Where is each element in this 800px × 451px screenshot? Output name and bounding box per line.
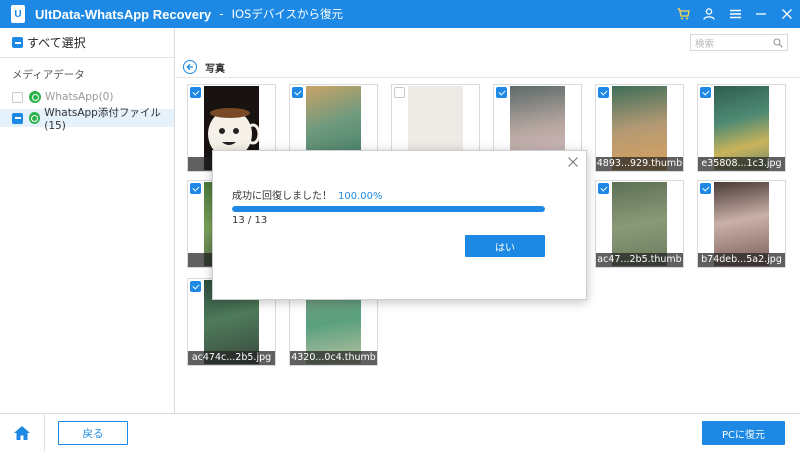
thumbnail-caption: e35808...1c3.jpg [698, 157, 785, 171]
home-icon[interactable] [11, 422, 33, 444]
thumbnail-checkbox[interactable] [190, 281, 201, 292]
sidebar-item-label: WhatsApp添付ファイル(15) [44, 106, 161, 132]
search-input[interactable]: 検索 [690, 34, 788, 51]
sidebar-item-whatsapp-attachments[interactable]: WhatsApp添付ファイル(15) [0, 107, 174, 132]
select-all-row[interactable]: すべて選択 [0, 28, 174, 58]
thumbnail-checkbox[interactable] [190, 183, 201, 194]
search-placeholder: 検索 [695, 38, 715, 50]
content-divider [176, 77, 800, 78]
thumbnail-checkbox[interactable] [190, 87, 201, 98]
sidebar-item-label: WhatsApp(0) [45, 91, 114, 103]
status-text: 成功に回復しました！ [232, 191, 332, 202]
back-button[interactable]: 戻る [58, 421, 128, 445]
recovery-success-dialog: 成功に回復しました！ 100.00% 13 / 13 はい [212, 150, 587, 300]
section-title: 写真 [205, 63, 225, 75]
search-icon[interactable] [773, 38, 783, 48]
percent-text: 100.00% [338, 191, 383, 202]
select-all-label: すべて選択 [27, 36, 86, 50]
photo-thumbnail[interactable]: b74deb...5a2.jpg [697, 180, 786, 268]
photo-thumbnail[interactable]: 4893...929.thumb [595, 84, 684, 172]
select-all-checkbox[interactable] [12, 37, 23, 48]
back-arrow-icon[interactable] [183, 60, 197, 74]
close-icon[interactable] [566, 155, 580, 169]
thumbnail-checkbox[interactable] [496, 87, 507, 98]
progress-bar [232, 206, 545, 212]
thumbnail-caption: 4893...929.thumb [596, 157, 683, 171]
thumbnail-caption: ac47...2b5.thumb [596, 253, 683, 267]
minimize-icon[interactable] [748, 0, 774, 28]
photo-thumbnail[interactable]: e35808...1c3.jpg [697, 84, 786, 172]
bottom-divider [44, 414, 45, 451]
thumbnail-checkbox[interactable] [598, 183, 609, 194]
close-icon[interactable] [774, 0, 800, 28]
recovered-count: 13 / 13 [232, 215, 268, 226]
thumbnail-checkbox[interactable] [292, 87, 303, 98]
app-subtitle: IOSデバイスから復元 [231, 7, 344, 21]
thumbnail-checkbox[interactable] [394, 87, 405, 98]
app-logo: U [11, 5, 25, 23]
title-bar: U UltData-WhatsApp Recovery - IOSデバイスから復… [0, 0, 800, 28]
thumbnail-caption: b74deb...5a2.jpg [698, 253, 785, 267]
bottom-bar: 戻る PCに復元 [0, 413, 800, 451]
photo-thumbnail[interactable]: ac47...2b5.thumb [595, 180, 684, 268]
thumbnail-caption: ac474c...2b5.jpg [188, 351, 275, 365]
whatsapp-icon [29, 112, 41, 124]
thumbnail-checkbox[interactable] [598, 87, 609, 98]
media-data-label: メディアデータ [12, 69, 85, 81]
whatsapp-icon [29, 91, 41, 103]
progress-fill [232, 206, 545, 212]
recovery-status: 成功に回復しました！ 100.00% [232, 187, 383, 202]
recover-to-pc-button[interactable]: PCに復元 [702, 421, 785, 445]
title-separator: - [219, 7, 224, 21]
content-header: 写真 [183, 59, 225, 75]
thumbnail-checkbox[interactable] [700, 87, 711, 98]
ok-button[interactable]: はい [465, 235, 545, 257]
menu-icon[interactable] [722, 0, 748, 28]
app-title: UltData-WhatsApp Recovery [35, 6, 212, 22]
thumbnail-caption: 4320...0c4.thumb [290, 351, 377, 365]
user-icon[interactable] [696, 0, 722, 28]
whatsapp-checkbox[interactable] [12, 91, 23, 103]
thumbnail-checkbox[interactable] [700, 183, 711, 194]
sidebar-item-whatsapp[interactable]: WhatsApp(0) [0, 88, 174, 106]
sidebar: すべて選択 メディアデータ WhatsApp(0) WhatsApp添付ファイル… [0, 28, 175, 413]
whatsapp-attachments-checkbox[interactable] [12, 112, 23, 124]
cart-icon[interactable] [670, 0, 696, 28]
